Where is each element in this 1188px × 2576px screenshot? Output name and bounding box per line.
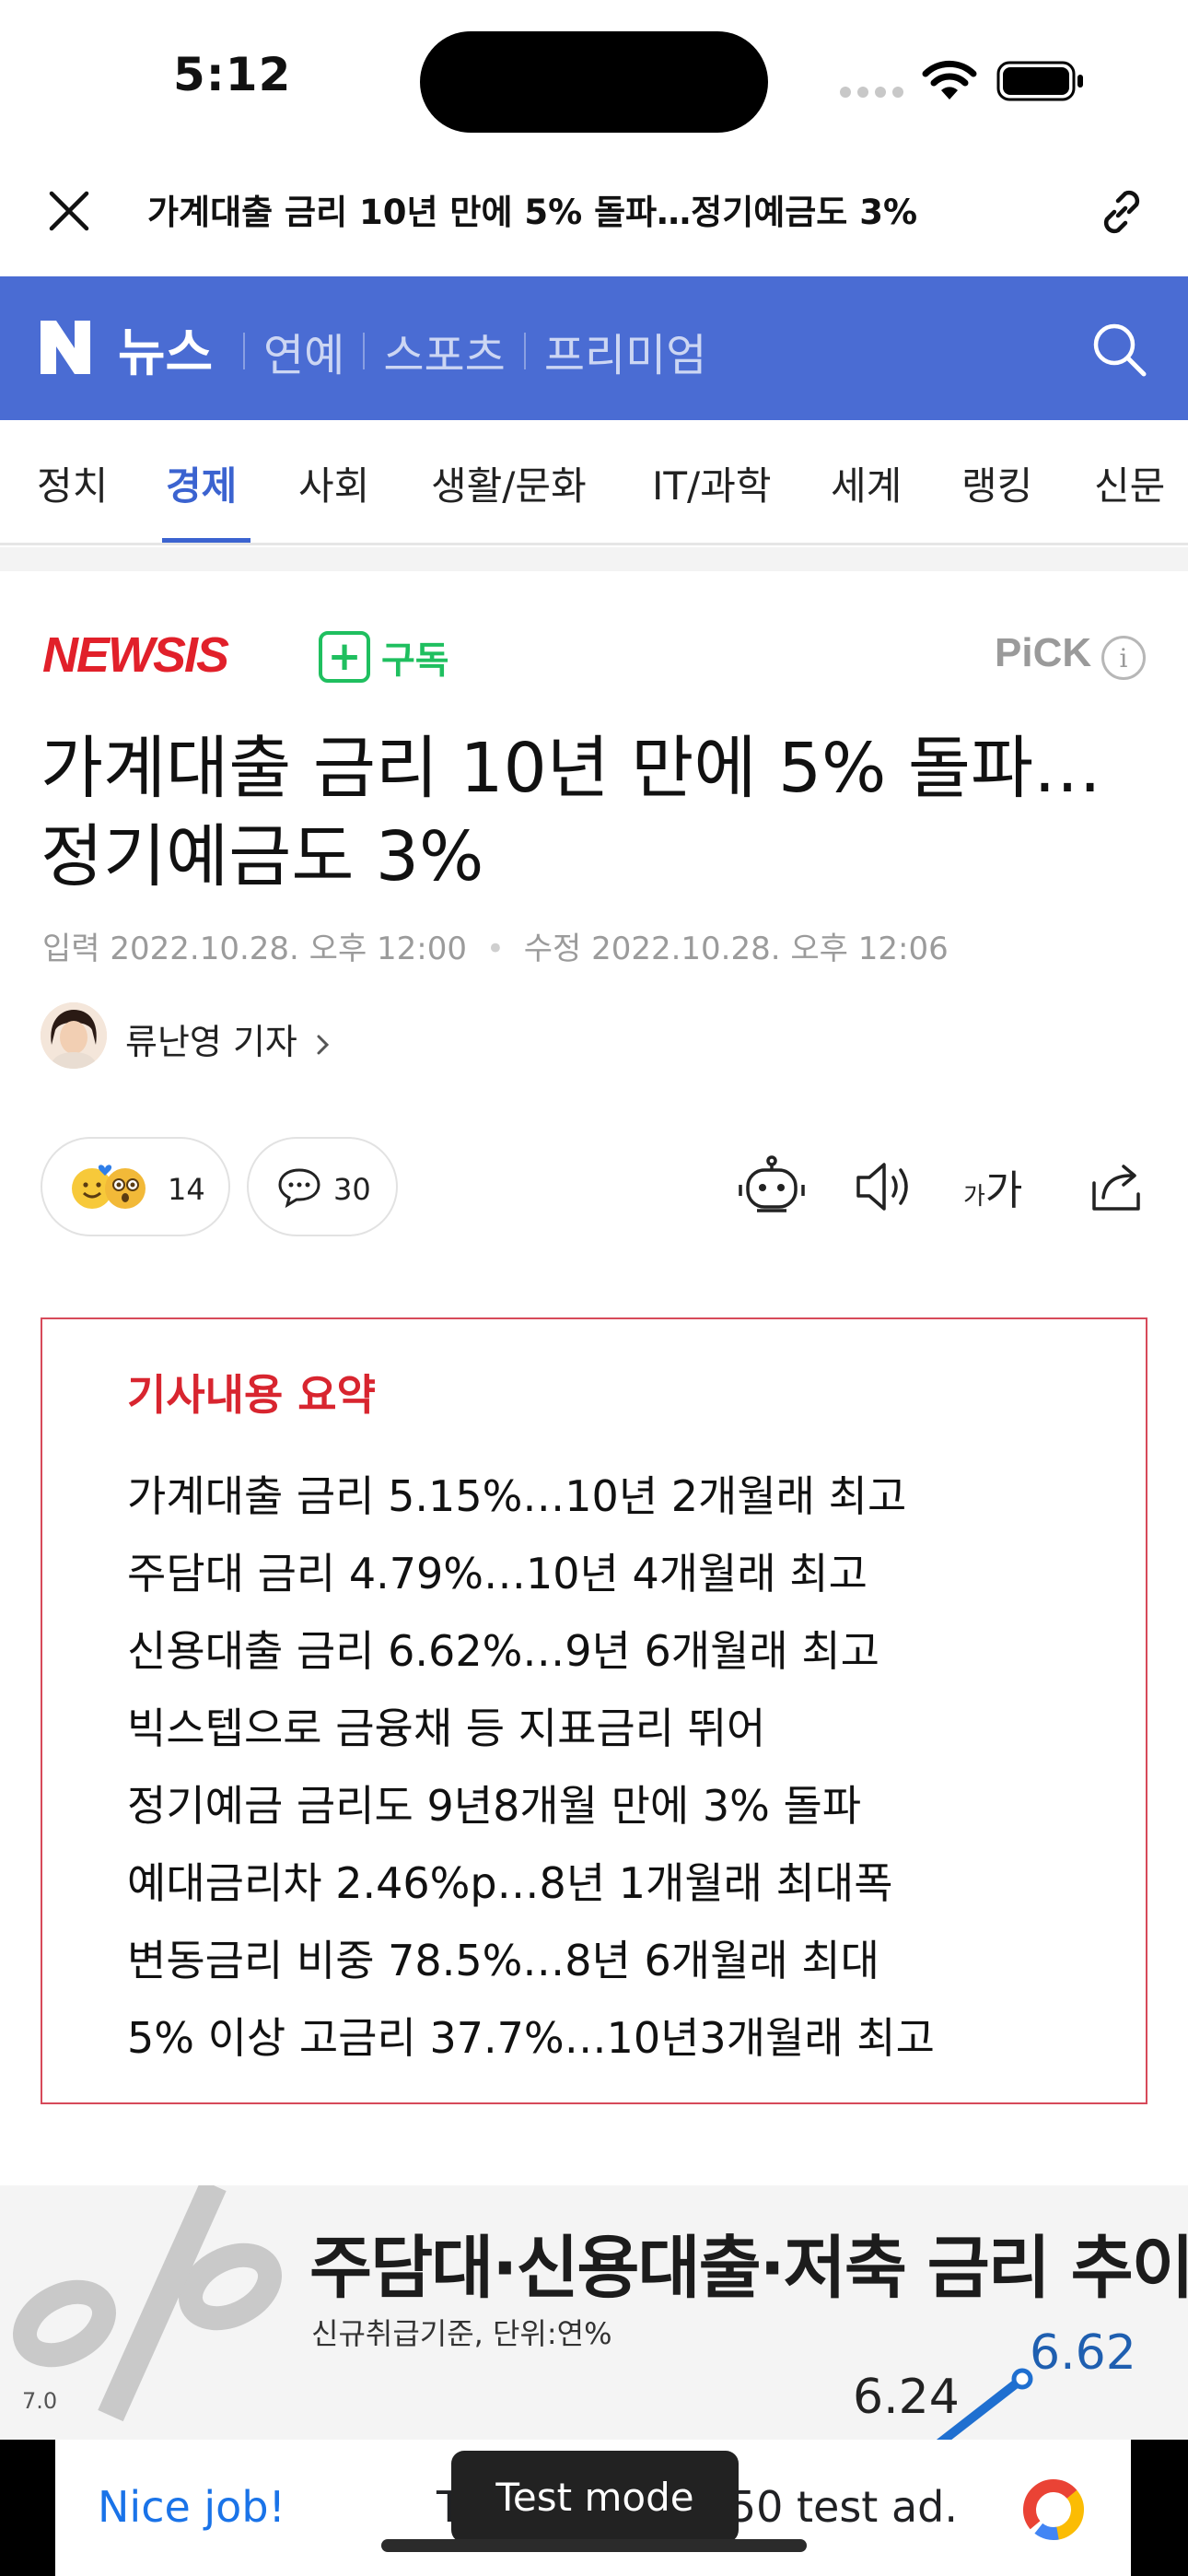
article-infographic[interactable]: 주담대·신용대출·저축 금리 추이 신규취급기준, 단위:연% 7.0 6.24… [0, 2185, 1188, 2443]
modified-date: 2022.10.28. 오후 12:06 [591, 931, 949, 967]
headline-line: 가계대출 금리 10년 만에 5% 돌파… [41, 729, 1102, 808]
tab-newspaper[interactable]: 신문 [1094, 455, 1165, 511]
close-icon [49, 191, 89, 231]
headline-line: 정기예금도 3% [41, 817, 484, 896]
header-nav: 연예 스포츠 프리미엄 [243, 319, 706, 383]
tab-economy[interactable]: 경제 [166, 455, 237, 511]
font-small-glyph: 가 [963, 1183, 985, 1211]
font-big-glyph: 가 [984, 1167, 1023, 1214]
close-button[interactable] [37, 179, 101, 243]
article-headline: 가계대출 금리 10년 만에 5% 돌파… 정기예금도 3% [41, 724, 1155, 901]
nav-separator [363, 333, 366, 369]
chevron-right-icon [317, 1035, 330, 1054]
summary-line: 정기예금 금리도 9년8개월 만에 3% 돌파 [127, 1781, 862, 1831]
date-separator: • [485, 931, 505, 967]
naver-n-logo[interactable] [39, 319, 92, 376]
active-tab-indicator [162, 538, 250, 543]
copy-link-button[interactable] [1087, 177, 1157, 247]
reporter-avatar[interactable] [41, 1002, 107, 1069]
input-date: 2022.10.28. 오후 12:00 [110, 931, 468, 967]
nav-item-premium[interactable]: 프리미엄 [544, 319, 707, 383]
nav-separator [243, 333, 245, 369]
axis-label: 7.0 [22, 2388, 58, 2414]
tab-ranking[interactable]: 랭킹 [961, 455, 1032, 511]
tab-politics[interactable]: 정치 [37, 455, 108, 511]
summary-line: 주담대 금리 4.79%…10년 4개월래 최고 [127, 1549, 868, 1598]
summary-bot-icon[interactable] [737, 1153, 807, 1220]
summary-title: 기사내용 요약 [127, 1370, 376, 1420]
category-tabs: 정치 경제 사회 생활/문화 IT/과학 세계 랭킹 신문 [0, 420, 1188, 545]
summary-line: 변동금리 비중 78.5%…8년 6개월래 최대 [127, 1936, 879, 1985]
news-header: 뉴스 연예 스포츠 프리미엄 [0, 276, 1188, 420]
title-bar: 가계대출 금리 10년 만에 5% 돌파…정기예금도 3% [0, 157, 1188, 276]
tab-life-culture[interactable]: 생활/문화 [431, 455, 587, 511]
cellular-signal-icon [840, 87, 904, 100]
emoji-reaction-icon [72, 1165, 146, 1209]
dynamic-island [420, 31, 768, 133]
summary-line: 가계대출 금리 5.15%…10년 2개월래 최고 [127, 1471, 907, 1521]
comment-icon [278, 1168, 320, 1209]
status-time: 5:12 [173, 48, 292, 101]
reaction-count: 14 [168, 1172, 205, 1207]
reporter-name: 류난영 기자 [125, 1022, 297, 1062]
infographic-value: 6.62 [1030, 2325, 1136, 2381]
tab-society[interactable]: 사회 [298, 455, 369, 511]
summary-line: 예대금리차 2.46%p…8년 1개월래 최대폭 [127, 1858, 893, 1908]
comment-button[interactable]: 30 [247, 1137, 398, 1236]
infographic-value: 6.24 [853, 2370, 960, 2425]
search-icon[interactable] [1087, 317, 1151, 381]
summary-line: 신용대출 금리 6.62%…9년 6개월래 최고 [127, 1626, 879, 1676]
reaction-button[interactable]: 14 [41, 1137, 230, 1236]
section-divider [0, 547, 1188, 571]
subscribe-button[interactable]: + 구독 [319, 630, 449, 684]
tab-it-science[interactable]: IT/과학 [652, 455, 771, 511]
pick-badge: PiCK [995, 630, 1092, 675]
infographic-subtitle: 신규취급기준, 단위:연% [311, 2316, 612, 2351]
nav-item-sports[interactable]: 스포츠 [383, 319, 505, 383]
infographic-title: 주담대·신용대출·저축 금리 추이 [309, 2229, 1188, 2308]
input-label: 입력 [42, 931, 100, 967]
article-summary-box: 기사내용 요약 가계대출 금리 5.15%…10년 2개월래 최고 주담대 금리… [41, 1317, 1147, 2104]
subscribe-label: 구독 [381, 639, 449, 682]
link-icon [1103, 190, 1140, 234]
test-mode-toast: Test mode [451, 2451, 739, 2543]
summary-line: 빅스텝으로 금융채 등 지표금리 뛰어 [127, 1704, 766, 1753]
summary-lines: 가계대출 금리 5.15%…10년 2개월래 최고 주담대 금리 4.79%…1… [127, 1458, 1122, 2077]
tab-world[interactable]: 세계 [831, 455, 902, 511]
nav-item-entertainment[interactable]: 연예 [263, 319, 344, 383]
audio-speaker-icon[interactable] [849, 1153, 919, 1220]
battery-icon [996, 61, 1083, 101]
ad-nice-job: Nice job! [98, 2482, 285, 2532]
comment-count: 30 [333, 1172, 371, 1207]
info-icon[interactable]: i [1101, 636, 1146, 680]
google-ads-logo[interactable] [1017, 2473, 1090, 2547]
nav-separator [523, 333, 526, 369]
reporter-link[interactable]: 류난영 기자 [125, 1013, 332, 1064]
home-indicator[interactable] [381, 2539, 807, 2552]
share-icon[interactable] [1083, 1153, 1153, 1220]
modified-label: 수정 [523, 931, 582, 967]
article-dates: 입력 2022.10.28. 오후 12:00 • 수정 2022.10.28.… [42, 923, 949, 968]
font-size-button[interactable]: 가가 [963, 1157, 1022, 1222]
wifi-icon [922, 60, 977, 100]
news-home-link[interactable]: 뉴스 [118, 311, 213, 386]
summary-line: 5% 이상 고금리 37.7%…10년3개월래 최고 [127, 2013, 935, 2063]
status-bar: 5:12 [0, 0, 1188, 157]
page-title: 가계대출 금리 10년 만에 5% 돌파…정기예금도 3% [147, 193, 918, 232]
plus-icon: + [319, 631, 370, 683]
publisher-logo[interactable]: NEWSIS [42, 626, 229, 684]
